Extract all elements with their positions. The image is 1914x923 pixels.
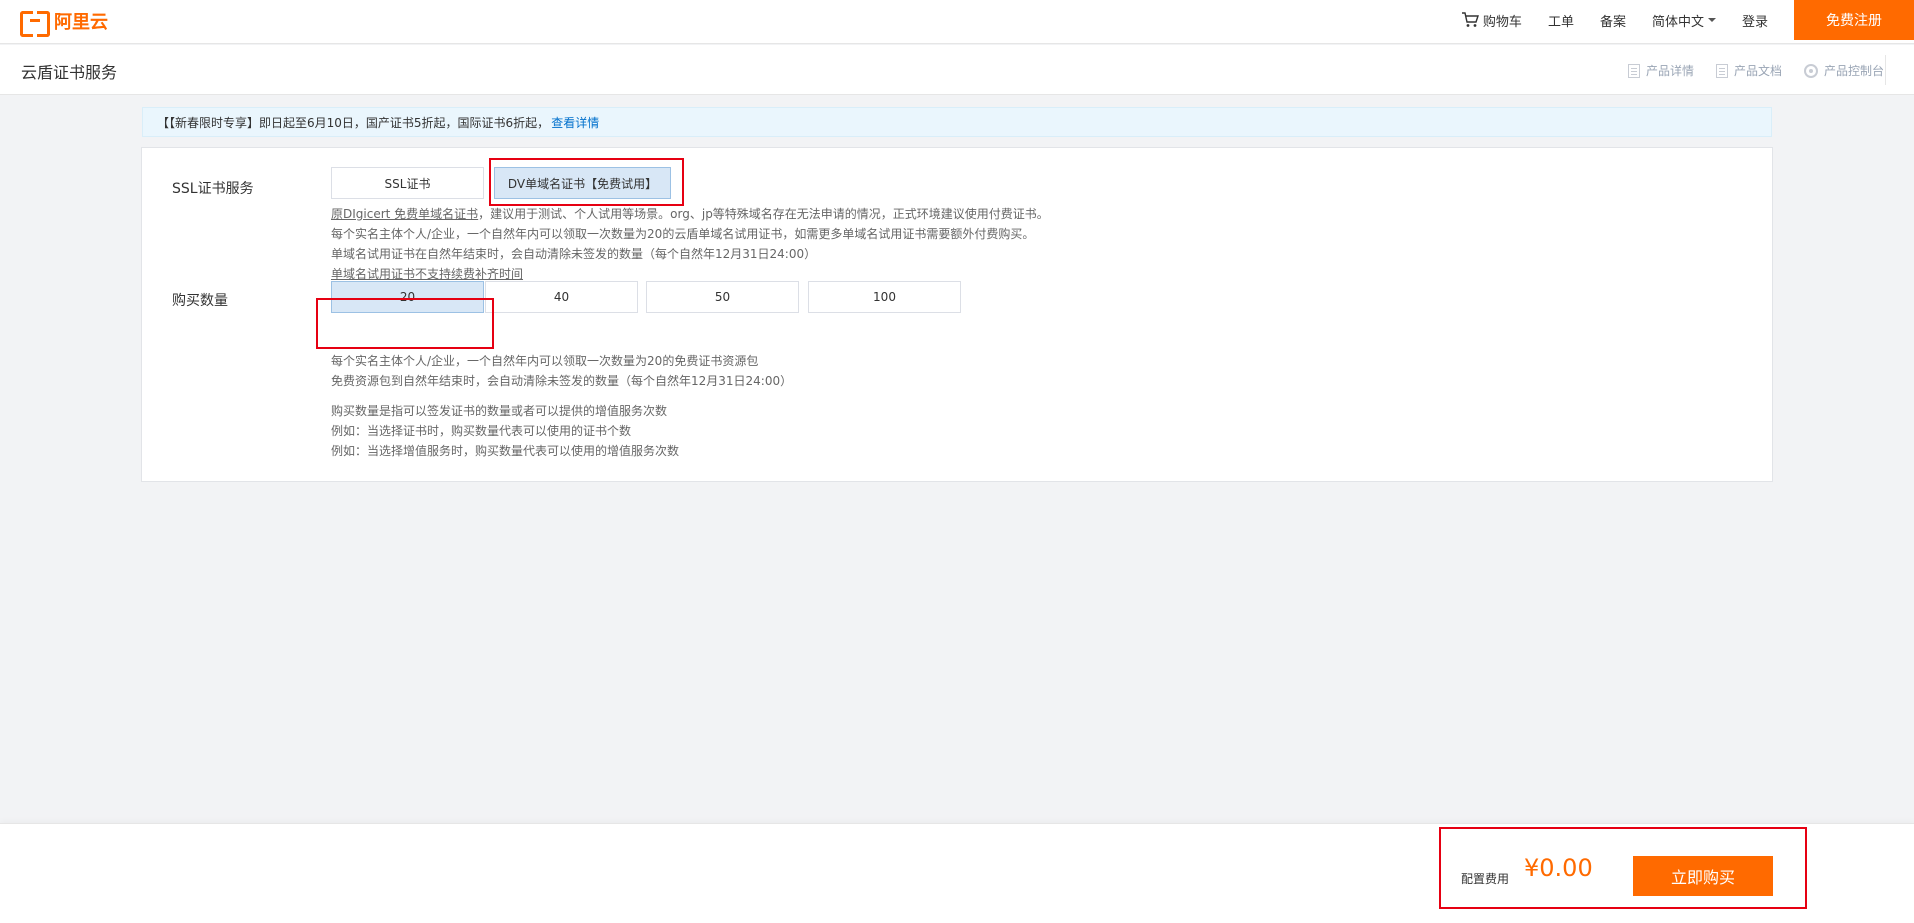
aliyun-logo-icon (20, 11, 50, 37)
option-dv-free-trial[interactable]: DV单域名证书【免费试用】 (494, 167, 671, 199)
divider (1885, 55, 1886, 85)
promo-notice: 【【新春限时专享】即日起至6月10日，国产证书5折起，国际证书6折起， 查看详情 (142, 107, 1772, 137)
login-link[interactable]: 登录 (1742, 11, 1768, 30)
cart-link[interactable]: 购物车 (1461, 11, 1522, 30)
cart-label: 购物车 (1482, 14, 1522, 30)
promo-details-link[interactable]: 查看详情 (551, 114, 599, 131)
quantity-desc-line-5: 例如：当选择增值服务时，购买数量代表可以使用的增值服务次数 (331, 444, 680, 458)
quantity-desc-line-2: 免费资源包到自然年结束时，会自动清除未签发的数量（每个自然年12月31日24:0… (331, 374, 793, 388)
logo-text: 阿里云 (54, 12, 108, 33)
document-icon (1715, 63, 1728, 78)
chevron-down-icon (1707, 18, 1716, 22)
order-footer: 配置费用 ¥0.00 立即购买 (0, 823, 1914, 923)
register-button[interactable]: 免费注册 (1794, 0, 1914, 40)
filing-link[interactable]: 备案 (1600, 11, 1626, 30)
cart-icon (1461, 12, 1479, 28)
quantity-description: 每个实名主体个人/企业，一个自然年内可以领取一次数量为20的免费证书资源包 免费… (331, 351, 792, 391)
sub-header: 云盾证书服务 产品详情 产品文档 产品控制台 (0, 45, 1914, 95)
quantity-notes: 购买数量是指可以签发证书的数量或者可以提供的增值服务次数 例如：当选择证书时，购… (331, 401, 679, 461)
fee-label: 配置费用 (1461, 872, 1510, 886)
ssl-desc-line-1: 原DIgicert 免费单域名证书，建议用于测试、个人试用等场景。org、jp等… (331, 204, 1049, 224)
ticket-link[interactable]: 工单 (1548, 11, 1574, 30)
document-icon (1627, 63, 1640, 78)
nav-right: 购物车 工单 备案 简体中文 登录 免费注册 (1461, 0, 1914, 40)
product-console-label: 产品控制台 (1823, 64, 1884, 78)
product-details-label: 产品详情 (1645, 64, 1694, 78)
quantity-option-40[interactable]: 40 (485, 281, 638, 313)
ssl-description: 原DIgicert 免费单域名证书，建议用于测试、个人试用等场景。org、jp等… (331, 204, 1049, 284)
quantity-option-20[interactable]: 20 (331, 281, 484, 313)
product-docs-link[interactable]: 产品文档 (1715, 62, 1782, 79)
quantity-desc-line-1: 每个实名主体个人/企业，一个自然年内可以领取一次数量为20的免费证书资源包 (331, 354, 759, 368)
buy-now-button[interactable]: 立即购买 (1633, 856, 1773, 896)
page-title: 云盾证书服务 (21, 63, 118, 82)
product-details-link[interactable]: 产品详情 (1627, 62, 1694, 79)
quantity-option-100[interactable]: 100 (808, 281, 961, 313)
ssl-desc-line-3: 单域名试用证书在自然年结束时，会自动清除未签发的数量（每个自然年12月31日24… (331, 247, 817, 261)
ssl-desc-line-1-rest: ，建议用于测试、个人试用等场景。org、jp等特殊域名存在无法申请的情况，正式环… (478, 207, 1049, 221)
top-navbar: 阿里云 购物车 工单 备案 简体中文 登录 免费注册 (0, 0, 1914, 44)
no-renewal-link[interactable]: 单域名试用证书不支持续费补齐时间 (331, 267, 523, 281)
quantity-desc-line-4: 例如：当选择证书时，购买数量代表可以使用的证书个数 (331, 424, 632, 438)
quantity-desc-line-3: 购买数量是指可以签发证书的数量或者可以提供的增值服务次数 (331, 404, 668, 418)
language-label: 简体中文 (1651, 14, 1704, 30)
promo-notice-text: 【【新春限时专享】即日起至6月10日，国产证书5折起，国际证书6折起， (157, 115, 550, 130)
product-links: 产品详情 产品文档 产品控制台 (1606, 62, 1884, 79)
product-docs-label: 产品文档 (1733, 64, 1782, 78)
config-panel: SSL证书服务 SSL证书 DV单域名证书【免费试用】 原DIgicert 免费… (141, 147, 1773, 482)
fee-value: ¥0.00 (1524, 854, 1593, 882)
gear-icon (1803, 63, 1818, 78)
ssl-desc-line-2: 每个实名主体个人/企业，一个自然年内可以领取一次数量为20的云盾单域名试用证书，… (331, 227, 1035, 241)
aliyun-logo[interactable]: 阿里云 (20, 8, 108, 37)
ssl-service-label: SSL证书服务 (172, 181, 254, 197)
quantity-label: 购买数量 (172, 293, 228, 309)
product-console-link[interactable]: 产品控制台 (1803, 62, 1884, 79)
option-ssl-cert[interactable]: SSL证书 (331, 167, 484, 199)
quantity-option-50[interactable]: 50 (646, 281, 799, 313)
digicert-link[interactable]: 原DIgicert 免费单域名证书 (331, 207, 478, 221)
language-select[interactable]: 简体中文 (1652, 11, 1716, 30)
